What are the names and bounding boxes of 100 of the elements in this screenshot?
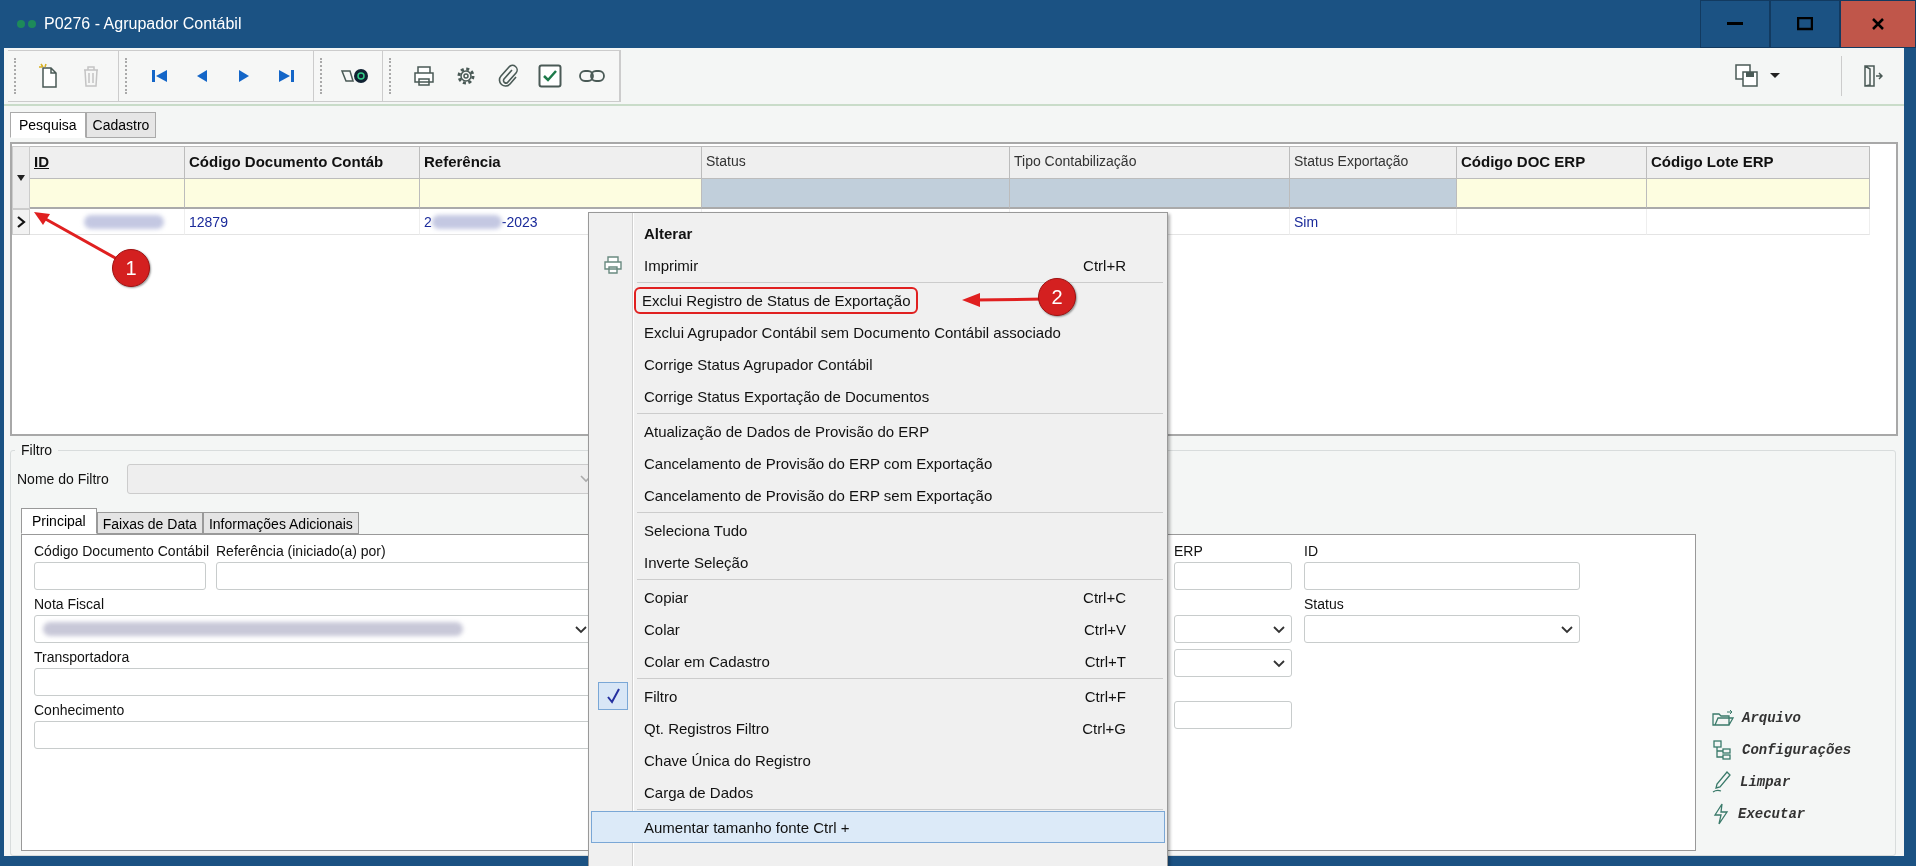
input-field[interactable] [34,562,206,590]
filter-cell[interactable] [1010,179,1290,209]
column-header[interactable]: Referência [420,146,702,179]
caret-icon [1561,626,1573,634]
menu-item[interactable]: Chave Única do Registro [591,744,1165,776]
input-field[interactable] [1304,562,1580,590]
menu-item[interactable]: Exclui Agrupador Contábil sem Documento Contábil associado [591,316,1165,348]
menu-item[interactable]: Aumentar tamanho fonte Ctrl + [591,811,1165,843]
door-exit-icon [1863,65,1883,87]
filter-cell[interactable] [420,179,702,209]
table-cell: 2 [424,213,432,230]
menu-item[interactable]: Filtro Ctrl+F [591,680,1165,712]
caret-icon [17,173,25,182]
floppy-disks-icon [1735,64,1759,88]
run-action[interactable]: Executar [1712,803,1852,825]
triangle-right-icon [237,68,251,84]
printer-icon [412,65,436,87]
table-cell: 12879 [189,213,228,230]
filter-cell[interactable] [1290,179,1457,209]
window-title: P0276 - Agrupador Contábil [44,15,242,33]
menu-item[interactable]: Corrige Status Agrupador Contábil [591,348,1165,380]
new-document-icon [38,63,60,89]
close-icon [1871,17,1885,31]
menu-item[interactable]: Atualização de Dados de Provisão do ERP [591,415,1165,447]
caret-icon [575,626,587,634]
minimize-button[interactable] [1700,0,1770,48]
field-label: ID [1304,543,1319,559]
folder-icon [1712,709,1734,727]
menu-item[interactable]: Imprimir Ctrl+R [591,249,1165,281]
filter-tab[interactable]: Faixas de Data [96,512,203,534]
caret-icon [16,215,26,229]
binoculars-icon [340,66,370,86]
filter-cell[interactable] [185,179,420,209]
caret-icon [1273,626,1285,634]
paperclip-icon [498,64,518,88]
column-header[interactable]: Tipo Contabilização [1010,146,1290,179]
input-field[interactable] [1174,562,1292,590]
menu-item[interactable]: Cancelamento de Provisão do ERP sem Exportação [591,479,1165,511]
field-label: Referência (iniciado(a) por) [216,543,387,559]
table-cell: Sim [1294,213,1319,230]
column-header[interactable]: Código Documento Contáb [185,146,420,179]
link-icon [579,69,605,83]
filter-cell[interactable] [1647,179,1870,209]
close-button[interactable] [1840,0,1916,48]
tree-icon [1712,739,1734,761]
menu-item[interactable]: Colar Ctrl+V [591,613,1165,645]
field-label: ERP [1174,543,1204,559]
filter-cell[interactable] [702,179,1010,209]
config-action[interactable]: Configurações [1712,739,1852,761]
column-header[interactable]: Status Exportação [1290,146,1457,179]
skip-first-icon [151,68,169,84]
gear-icon [455,65,477,87]
menu-item[interactable]: Seleciona Tudo [591,514,1165,546]
maximize-icon [1797,17,1813,31]
menu-item[interactable]: Qt. Registros Filtro Ctrl+G [591,712,1165,744]
menu-item[interactable]: Alterar [591,217,1165,249]
group-title: Filtro [20,442,54,458]
caret-icon [1769,73,1781,79]
blurred-text [431,214,502,229]
printer-icon [603,256,623,274]
menu-item[interactable]: Colar em Cadastro Ctrl+T [591,645,1165,677]
column-header[interactable]: ID [30,146,185,179]
row-indicator[interactable] [12,209,30,235]
menu-item[interactable]: Copiar Ctrl+C [591,581,1165,613]
check-icon [598,682,628,710]
column-header[interactable]: Código Lote ERP [1647,146,1870,179]
combo-box[interactable] [1174,615,1292,643]
skip-last-icon [277,68,295,84]
combo-box[interactable] [1304,615,1580,643]
table-cell: -2023 [501,213,538,230]
pen-icon [1712,771,1732,793]
input-field[interactable] [1174,701,1292,729]
filter-tab[interactable]: Principal [21,508,97,534]
lightning-icon [1712,803,1730,825]
filter-tab[interactable]: Informações Adicionais [202,512,359,534]
field-label: Transportadora [34,649,131,665]
combo-box[interactable] [1174,649,1292,677]
trash-icon [81,64,101,88]
triangle-left-icon [195,68,209,84]
page-tab[interactable]: Pesquisa [10,112,86,138]
maximize-button[interactable] [1770,0,1840,48]
checkbox-icon [538,64,562,88]
menu-item[interactable]: Carga de Dados [591,776,1165,808]
clear-action[interactable]: Limpar [1712,771,1852,793]
menu-item[interactable]: Cancelamento de Provisão do ERP com Exportação [591,447,1165,479]
field-label: Status [1304,596,1345,612]
field-label: Nome do Filtro [17,471,109,487]
field-label: Conhecimento [34,702,126,718]
menu-item[interactable]: Inverte Seleção [591,546,1165,578]
menu-item[interactable]: Corrige Status Exportação de Documentos [591,380,1165,412]
filter-toggle[interactable] [12,146,30,209]
column-header[interactable]: Código DOC ERP [1457,146,1647,179]
filter-cell[interactable] [1457,179,1647,209]
caret-icon [1273,660,1285,668]
field-label: Nota Fiscal [34,596,106,612]
file-action[interactable]: Arquivo [1712,707,1852,729]
page-tab[interactable]: Cadastro [85,112,157,138]
column-header[interactable]: Status [702,146,1010,179]
filter-cell[interactable] [30,179,185,209]
app-icon [16,19,38,29]
